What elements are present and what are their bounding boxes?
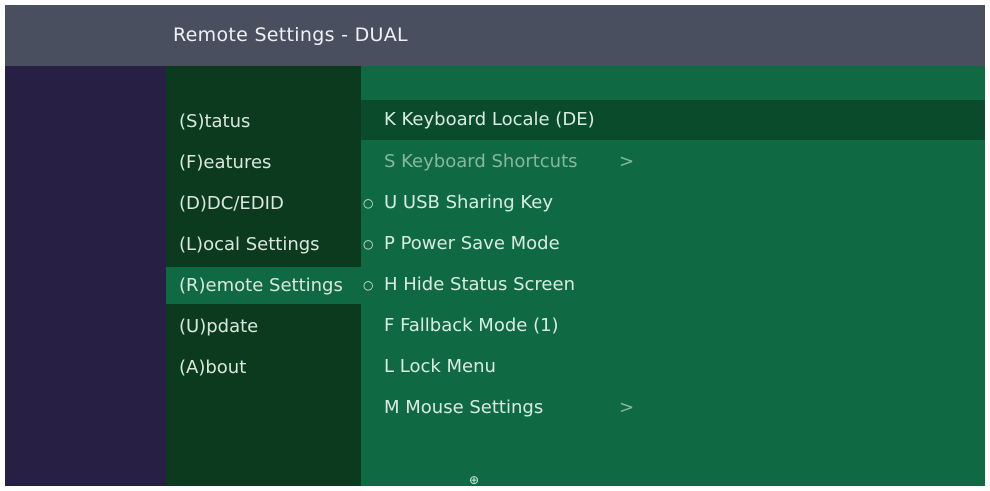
chevron-right-icon: > — [619, 151, 635, 172]
option-label: K Keyboard Locale (DE) — [384, 109, 595, 130]
power-status-icon: ⊕ — [469, 473, 480, 486]
radio-circle-icon: ○ — [363, 237, 374, 251]
sidebar-item-remote-settings[interactable]: (R)emote Settings — [166, 267, 361, 304]
sidebar-item-features[interactable]: (F)eatures — [166, 144, 361, 181]
option-label: U USB Sharing Key — [384, 192, 554, 213]
sidebar-item-about[interactable]: (A)bout — [166, 349, 361, 386]
radio-circle-icon: ○ — [363, 196, 374, 210]
option-lock-menu[interactable]: L Lock Menu — [361, 347, 985, 387]
option-fallback-mode[interactable]: F Fallback Mode (1) — [361, 306, 985, 346]
option-label: S Keyboard Shortcuts — [384, 151, 578, 172]
sidebar-item-local-settings[interactable]: (L)ocal Settings — [166, 226, 361, 263]
radio-circle-icon: ○ — [363, 278, 374, 292]
sidebar-item-ddc-edid[interactable]: (D)DC/EDID — [166, 185, 361, 222]
sidebar-menu: (S)tatus (F)eatures (D)DC/EDID (L)ocal S… — [166, 66, 361, 486]
option-usb-sharing-key[interactable]: ○ U USB Sharing Key — [361, 183, 985, 223]
window-title: Remote Settings - DUAL — [173, 24, 408, 46]
option-keyboard-shortcuts[interactable]: S Keyboard Shortcuts > — [361, 142, 985, 182]
option-mouse-settings[interactable]: M Mouse Settings > — [361, 388, 985, 428]
option-label: F Fallback Mode (1) — [384, 315, 559, 336]
option-label: M Mouse Settings — [384, 397, 544, 418]
title-bar: Remote Settings - DUAL — [5, 5, 985, 66]
sidebar-item-update[interactable]: (U)pdate — [166, 308, 361, 345]
chevron-right-icon: > — [619, 397, 635, 418]
option-label: P Power Save Mode — [384, 233, 560, 254]
option-keyboard-locale[interactable]: K Keyboard Locale (DE) — [361, 100, 985, 140]
sidebar-item-status[interactable]: (S)tatus — [166, 103, 361, 140]
options-panel: K Keyboard Locale (DE) S Keyboard Shortc… — [361, 66, 985, 486]
option-power-save-mode[interactable]: ○ P Power Save Mode — [361, 224, 985, 264]
settings-window: Remote Settings - DUAL (S)tatus (F)eatur… — [5, 5, 985, 486]
option-hide-status-screen[interactable]: ○ H Hide Status Screen — [361, 265, 985, 305]
option-label: L Lock Menu — [384, 356, 496, 377]
option-label: H Hide Status Screen — [384, 274, 575, 295]
